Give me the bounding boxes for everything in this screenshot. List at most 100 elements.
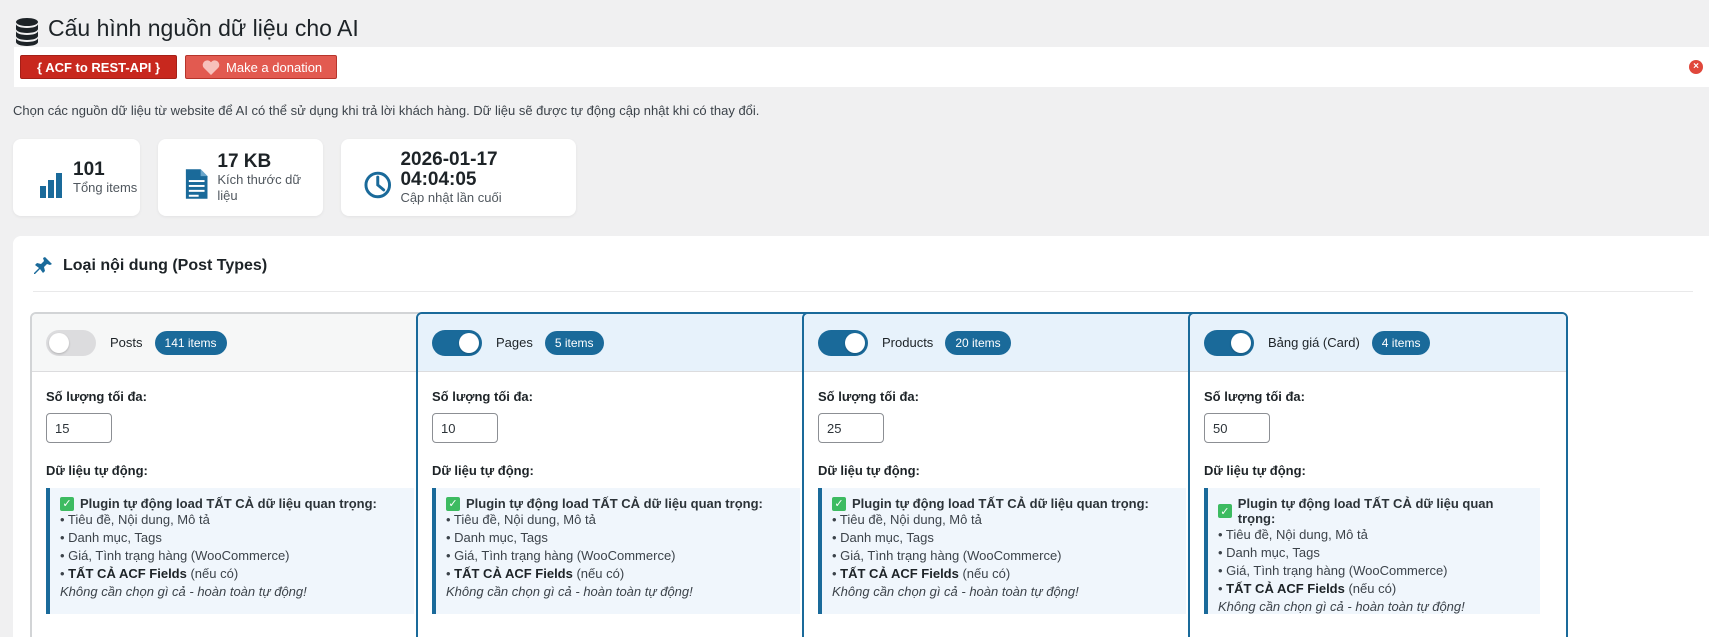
stat-label: Tổng items [73,179,138,195]
auto-line: • Danh mục, Tags [1218,545,1320,560]
auto-data-info-box: ✓ Plugin tự động load TẤT CẢ dữ liệu quan… [1204,488,1540,614]
items-count-badge: 4 items [1371,330,1431,355]
acf-fields-suffix: (nếu có) [1344,581,1397,596]
auto-line: • Giá, Tình trạng hàng (WooCommerce) [1218,563,1448,578]
auto-note: Không cần chọn gì cả - hoàn toàn tự động… [60,584,307,599]
pin-icon [34,257,52,274]
post-type-toggle[interactable] [46,329,96,356]
acf-fields-text: TẤT CẢ ACF Fields [454,566,573,581]
auto-line: • Danh mục, Tags [832,530,934,545]
auto-note: Không cần chọn gì cả - hoàn toàn tự động… [446,584,693,599]
acf-fields-suffix: (nếu có) [186,566,239,581]
auto-line: • TẤT CẢ ACF Fields (nếu có) [832,565,1176,583]
stat-value: 17 KB [217,150,272,172]
post-type-name: Posts [110,335,143,350]
max-qty-input[interactable]: 25 [818,413,884,443]
acf-fields-suffix: (nếu có) [572,566,625,581]
check-icon: ✓ [60,496,74,511]
auto-data-label: Dữ liệu tự động: [46,463,148,478]
acf-fields-text: TẤT CẢ ACF Fields [1226,581,1345,596]
bullet: • [446,566,455,581]
post-type-card-header: Posts 141 items [32,314,428,372]
auto-line: • Tiêu đề, Nội dung, Mô tả [446,512,596,527]
auto-note: Không cần chọn gì cả - hoàn toàn tự động… [832,584,1079,599]
auto-line: • TẤT CẢ ACF Fields (nếu có) [446,565,790,583]
auto-line: • Giá, Tình trạng hàng (WooCommerce) [446,548,676,563]
section-divider [33,291,1693,292]
auto-data-label: Dữ liệu tự động: [818,463,920,478]
check-icon: ✓ [1218,504,1232,518]
check-icon: ✓ [446,496,460,511]
acf-rest-api-button[interactable]: { ACF to REST-API } [20,55,178,79]
auto-line: • Danh mục, Tags [446,530,548,545]
items-count-badge: 5 items [544,330,604,355]
max-qty-input[interactable]: 15 [46,413,112,443]
bullet: • [832,566,841,581]
post-type-name: Bảng giá (Card) [1268,335,1360,350]
post-type-toggle[interactable] [1204,329,1254,356]
post-type-card-header: Pages 5 items [418,314,814,372]
auto-data-info-box: ✓ Plugin tự động load TẤT CẢ dữ liệu quan… [818,488,1186,614]
clock-icon [364,171,392,198]
database-icon [16,18,38,46]
auto-head-text: Plugin tự động load TẤT CẢ dữ liệu quan … [80,496,377,511]
auto-head-text: Plugin tự động load TẤT CẢ dữ liệu quan … [466,496,763,511]
toggle-knob [459,332,479,353]
post-type-toggle[interactable] [432,329,482,356]
check-icon: ✓ [832,496,846,511]
bullet: • [60,566,69,581]
document-icon [185,168,208,199]
stat-card-total-items: 101 Tổng items [13,139,140,216]
section-title: Loại nội dung (Post Types) [63,257,268,274]
stat-value: 101 [73,158,105,180]
bar-chart-icon [40,172,62,198]
page-title: Cấu hình nguồn dữ liệu cho AI [48,14,359,41]
auto-line: • TẤT CẢ ACF Fields (nếu có) [1218,580,1530,598]
auto-data-info-box: ✓ Plugin tự động load TẤT CẢ dữ liệu quan… [46,488,414,614]
auto-note: Không cần chọn gì cả - hoàn toàn tự động… [1218,599,1465,614]
toggle-knob [845,332,865,353]
section-header: Loại nội dung (Post Types) [33,256,267,276]
auto-line: • Tiêu đề, Nội dung, Mô tả [60,512,210,527]
auto-line: • Giá, Tình trạng hàng (WooCommerce) [60,548,290,563]
auto-line: • Tiêu đề, Nội dung, Mô tả [1218,527,1368,542]
auto-line: • Giá, Tình trạng hàng (WooCommerce) [832,548,1062,563]
post-type-toggle[interactable] [818,329,868,356]
post-type-card-posts: Posts 141 items Số lượng tối đa: 15 Dữ l… [30,312,430,637]
post-type-card-pricing: Bảng giá (Card) 4 items Số lượng tối đa:… [1188,312,1568,637]
make-donation-label: Make a donation [226,59,323,75]
items-count-badge: 141 items [154,330,227,355]
post-type-name: Products [882,335,934,350]
stat-card-data-size: 17 KB Kích thước dữ liệu [158,139,323,216]
max-qty-label: Số lượng tối đa: [1204,389,1305,404]
max-qty-input[interactable]: 10 [432,413,498,443]
auto-line: • TẤT CẢ ACF Fields (nếu có) [60,565,404,583]
post-type-card-header: Products 20 items [804,314,1200,372]
max-qty-input[interactable]: 50 [1204,413,1270,443]
post-type-name: Pages [496,335,533,350]
close-icon[interactable]: × [1689,60,1703,74]
acf-fields-text: TẤT CẢ ACF Fields [840,566,959,581]
auto-line: • Danh mục, Tags [60,530,162,545]
stat-value: 2026-01-17 04:04:05 [400,148,498,190]
auto-head-text: Plugin tự động load TẤT CẢ dữ liệu quan … [1237,496,1494,526]
acf-fields-text: TẤT CẢ ACF Fields [68,566,187,581]
toggle-knob [49,332,69,353]
page-description: Chọn các nguồn dữ liệu từ website để AI … [13,103,760,118]
plugin-notice-bar: { ACF to REST-API } Make a donation × [14,47,1709,87]
max-qty-label: Số lượng tối đa: [432,389,533,404]
bullet: • [1218,581,1227,596]
toggle-knob [1231,332,1251,353]
stat-card-last-updated: 2026-01-17 04:04:05 Cập nhật lần cuối [341,139,576,216]
max-qty-label: Số lượng tối đa: [818,389,919,404]
auto-data-info-box: ✓ Plugin tự động load TẤT CẢ dữ liệu quan… [432,488,800,614]
items-count-badge: 20 items [945,330,1011,355]
max-qty-label: Số lượng tối đa: [46,389,147,404]
stat-label: Kích thước dữ liệu [217,171,302,203]
auto-line: • Tiêu đề, Nội dung, Mô tả [832,512,982,527]
auto-data-label: Dữ liệu tự động: [432,463,534,478]
auto-head-text: Plugin tự động load TẤT CẢ dữ liệu quan … [852,496,1149,511]
post-type-card-products: Products 20 items Số lượng tối đa: 25 Dữ… [802,312,1202,637]
page-header: Cấu hình nguồn dữ liệu cho AI [14,8,359,48]
make-donation-button[interactable]: Make a donation [185,55,338,79]
